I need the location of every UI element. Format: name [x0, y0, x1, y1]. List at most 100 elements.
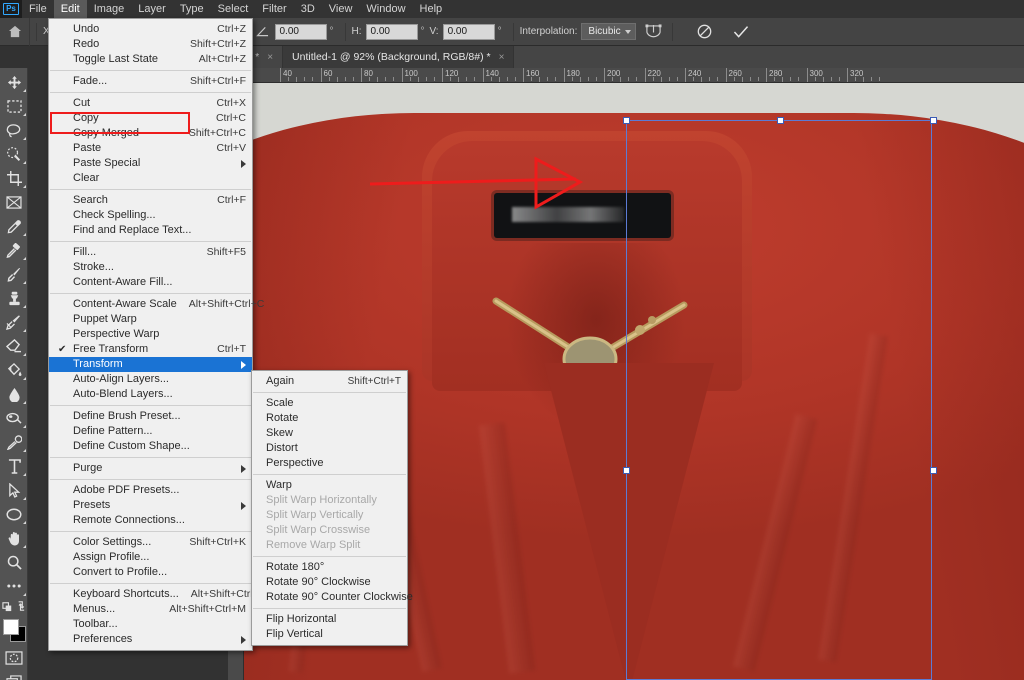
- menu-select[interactable]: Select: [211, 0, 256, 18]
- menu-item-copy-merged[interactable]: Copy Merged Shift+Ctrl+C: [49, 126, 252, 141]
- menu-view[interactable]: View: [322, 0, 360, 18]
- menu-item-rotate[interactable]: Rotate: [252, 411, 407, 426]
- menu-item-toggle-last-state[interactable]: Toggle Last State Alt+Ctrl+Z: [49, 52, 252, 67]
- document-tab-bar[interactable]: 8#) *×Untitled-1 @ 92% (Background, RGB/…: [228, 46, 1024, 68]
- close-icon[interactable]: ×: [267, 52, 273, 63]
- foreground-color-swatch[interactable]: [3, 619, 19, 635]
- menu-item-assign-profile[interactable]: Assign Profile...: [49, 550, 252, 565]
- menu-item-keyboard-shortcuts[interactable]: Keyboard Shortcuts... Alt+Shift+Ctrl+K: [49, 587, 266, 602]
- default-and-swap-colors-row[interactable]: [0, 598, 28, 614]
- menu-file[interactable]: File: [22, 0, 54, 18]
- menu-item-define-brush-preset[interactable]: Define Brush Preset...: [49, 409, 252, 424]
- menu-item-paste-special[interactable]: Paste Special: [49, 156, 252, 171]
- rotate-angle-input[interactable]: 0.00: [274, 23, 327, 40]
- menu-window[interactable]: Window: [359, 0, 412, 18]
- menu-item-define-pattern[interactable]: Define Pattern...: [49, 424, 252, 439]
- menu-edit[interactable]: Edit: [53, 0, 87, 18]
- frame-tool[interactable]: [0, 190, 28, 214]
- home-icon[interactable]: [0, 17, 30, 46]
- tools-panel[interactable]: [0, 68, 28, 680]
- menu-item-flip-vertical[interactable]: Flip Vertical: [252, 627, 407, 642]
- menu-item-cut[interactable]: Cut Ctrl+X: [49, 96, 252, 111]
- menu-item-distort[interactable]: Distort: [252, 441, 407, 456]
- transform-handle-top-right[interactable]: [930, 117, 937, 124]
- brush-tool[interactable]: [0, 262, 28, 286]
- menu-item-adobe-pdf-presets[interactable]: Adobe PDF Presets...: [49, 483, 252, 498]
- menu-item-again[interactable]: Again Shift+Ctrl+T: [252, 374, 407, 389]
- blur-tool[interactable]: [0, 382, 28, 406]
- eyedropper-tool[interactable]: [0, 214, 28, 238]
- rectangular-marquee-tool[interactable]: [0, 94, 28, 118]
- eraser-tool[interactable]: [0, 334, 28, 358]
- interpolation-select[interactable]: Bicubic: [581, 23, 636, 40]
- transform-handle-middle-right[interactable]: [930, 467, 937, 474]
- menu-bar[interactable]: Ps File Edit Image Layer Type Select Filter 3D V…: [0, 0, 1024, 18]
- edit-toolbar-tool[interactable]: [0, 574, 28, 598]
- transform-submenu[interactable]: Again Shift+Ctrl+T Scale Rotate Skew Distort P…: [251, 370, 413, 646]
- move-tool[interactable]: [0, 70, 28, 94]
- menu-item-toolbar[interactable]: Toolbar...: [49, 617, 252, 632]
- menu-item-fade[interactable]: Fade... Shift+Ctrl+F: [49, 74, 252, 89]
- menu-item-content-aware-scale[interactable]: Content-Aware Scale Alt+Shift+Ctrl+C: [49, 297, 264, 312]
- menu-item-convert-to-profile[interactable]: Convert to Profile...: [49, 565, 252, 580]
- menu-item-define-custom-shape[interactable]: Define Custom Shape...: [49, 439, 252, 454]
- color-swatches[interactable]: [0, 616, 28, 646]
- cancel-transform-icon[interactable]: [693, 24, 717, 39]
- menu-item-split-warp-horizontally[interactable]: Split Warp Horizontally: [252, 493, 407, 508]
- menu-item-skew[interactable]: Skew: [252, 426, 407, 441]
- menu-item-fill[interactable]: Fill... Shift+F5: [49, 245, 252, 260]
- menu-item-perspective-warp[interactable]: Perspective Warp: [49, 327, 252, 342]
- transform-handle-top-left[interactable]: [623, 117, 630, 124]
- menu-item-puppet-warp[interactable]: Puppet Warp: [49, 312, 252, 327]
- zoom-tool[interactable]: [0, 550, 28, 574]
- dodge-tool[interactable]: [0, 406, 28, 430]
- menu-item-preferences[interactable]: Preferences: [49, 632, 252, 647]
- screen-mode-icon[interactable]: [0, 670, 28, 680]
- horizontal-ruler[interactable]: 40 60 80 100 120 140 160 180 200 220 240 260 280 300 3…: [244, 68, 1024, 83]
- menu-item-remote-connections[interactable]: Remote Connections...: [49, 513, 252, 528]
- menu-item-content-aware-fill[interactable]: Content-Aware Fill...: [49, 275, 252, 290]
- quick-selection-tool[interactable]: [0, 142, 28, 166]
- menu-item-menus[interactable]: Menus... Alt+Shift+Ctrl+M: [49, 602, 252, 617]
- menu-help[interactable]: Help: [413, 0, 450, 18]
- spot-healing-brush-tool[interactable]: [0, 238, 28, 262]
- menu-item-split-warp-crosswise[interactable]: Split Warp Crosswise: [252, 523, 407, 538]
- menu-item-paste[interactable]: Paste Ctrl+V: [49, 141, 252, 156]
- document-tab[interactable]: Untitled-1 @ 92% (Background, RGB/8#) * ×: [283, 46, 515, 68]
- crop-tool[interactable]: [0, 166, 28, 190]
- pen-tool[interactable]: [0, 430, 28, 454]
- menu-item-copy[interactable]: Copy Ctrl+C: [49, 111, 252, 126]
- path-selection-tool[interactable]: [0, 478, 28, 502]
- skew-h-input[interactable]: 0.00: [365, 23, 418, 40]
- menu-filter[interactable]: Filter: [255, 0, 293, 18]
- lasso-tool[interactable]: [0, 118, 28, 142]
- menu-image[interactable]: Image: [87, 0, 132, 18]
- menu-item-flip-horizontal[interactable]: Flip Horizontal: [252, 612, 407, 627]
- clone-stamp-tool[interactable]: [0, 286, 28, 310]
- history-brush-tool[interactable]: [0, 310, 28, 334]
- menu-type[interactable]: Type: [173, 0, 211, 18]
- paint-bucket-tool[interactable]: [0, 358, 28, 382]
- menu-item-auto-blend-layers[interactable]: Auto-Blend Layers...: [49, 387, 252, 402]
- transform-handle-middle-left[interactable]: [623, 467, 630, 474]
- menu-3d[interactable]: 3D: [294, 0, 322, 18]
- menu-item-auto-align-layers[interactable]: Auto-Align Layers...: [49, 372, 252, 387]
- quick-mask-icon[interactable]: [0, 646, 28, 670]
- menu-item-split-warp-vertically[interactable]: Split Warp Vertically: [252, 508, 407, 523]
- menu-item-stroke[interactable]: Stroke...: [49, 260, 252, 275]
- commit-transform-icon[interactable]: [729, 25, 753, 39]
- menu-item-remove-warp-split[interactable]: Remove Warp Split: [252, 538, 407, 553]
- menu-item-presets[interactable]: Presets: [49, 498, 252, 513]
- hand-tool[interactable]: [0, 526, 28, 550]
- menu-item-clear[interactable]: Clear: [49, 171, 252, 186]
- menu-item-rotate-90-counter-clockwise[interactable]: Rotate 90° Counter Clockwise: [252, 590, 413, 605]
- menu-layer[interactable]: Layer: [131, 0, 173, 18]
- menu-item-warp[interactable]: Warp: [252, 478, 407, 493]
- close-icon[interactable]: ×: [499, 52, 505, 63]
- menu-item-scale[interactable]: Scale: [252, 396, 407, 411]
- menu-item-color-settings[interactable]: Color Settings... Shift+Ctrl+K: [49, 535, 252, 550]
- menu-item-free-transform[interactable]: ✔ Free Transform Ctrl+T: [49, 342, 252, 357]
- free-transform-bounding-box[interactable]: [623, 117, 937, 680]
- menu-item-find-and-replace-text[interactable]: Find and Replace Text...: [49, 223, 252, 238]
- menu-item-transform[interactable]: Transform: [49, 357, 252, 372]
